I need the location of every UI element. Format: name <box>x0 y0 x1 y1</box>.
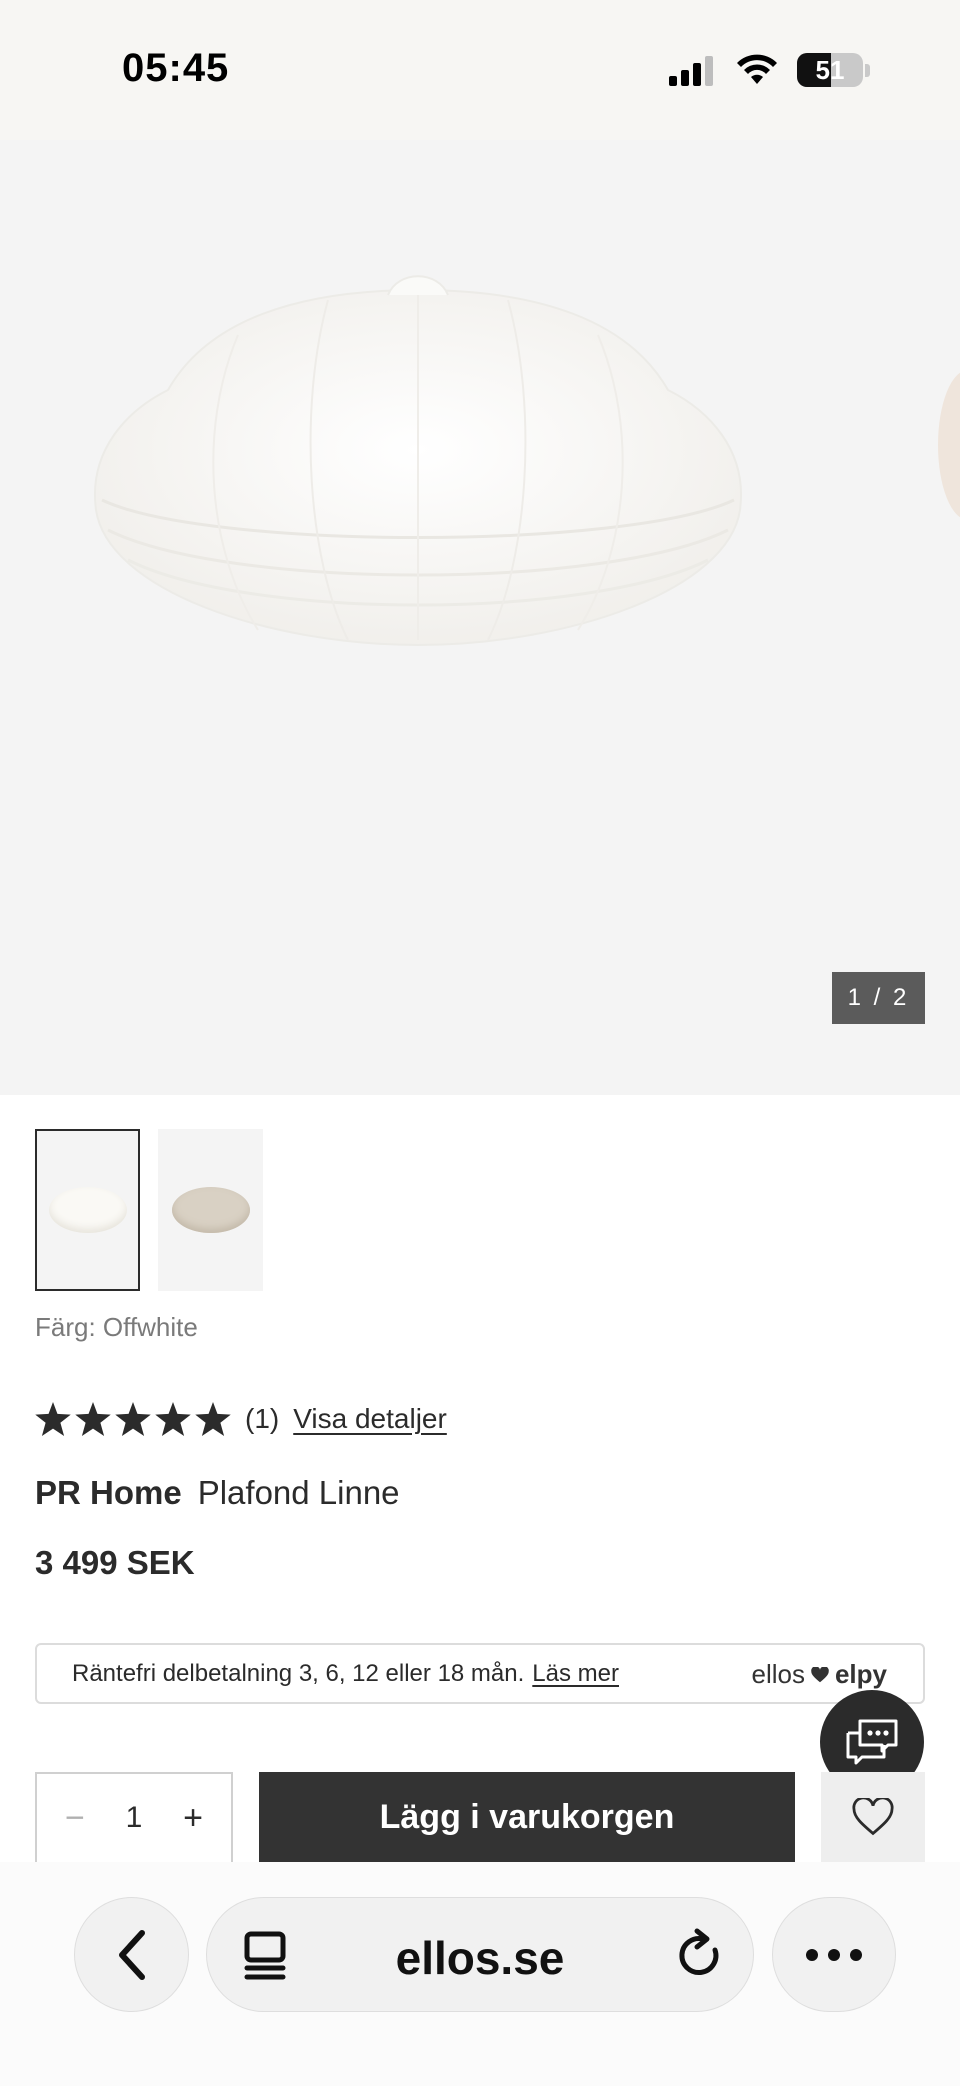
quantity-increase-button[interactable]: + <box>183 1799 203 1838</box>
heart-icon <box>811 1666 829 1682</box>
rating-row: (1) Visa detaljer <box>35 1402 447 1436</box>
status-icons: 51 <box>667 52 870 88</box>
color-label: Färg: Offwhite <box>35 1312 198 1342</box>
signal-icon <box>669 56 713 86</box>
add-to-cart-button[interactable]: Lägg i varukorgen <box>259 1772 795 1862</box>
status-bar: 05:45 51 <box>0 0 960 140</box>
product-price: 3 499 SEK <box>35 1544 195 1581</box>
quantity-stepper: − 1 + <box>35 1772 233 1862</box>
browser-toolbar: ellos.se <box>0 1862 960 2086</box>
thumbnail-2[interactable] <box>158 1129 263 1291</box>
quantity-value[interactable]: 1 <box>126 1801 143 1835</box>
ellos-logo-text: ellos <box>751 1659 805 1689</box>
address-bar[interactable]: ellos.se <box>206 1897 754 2012</box>
product-page: 05:45 51 1 / 2 Färg: Offwhite (1) Visa d… <box>0 0 960 2086</box>
heart-outline-icon <box>852 1798 894 1836</box>
view-details-link[interactable]: Visa detaljer <box>293 1403 447 1435</box>
star-icon <box>155 1402 191 1436</box>
thumbnail-lamp-image <box>48 1187 127 1233</box>
star-rating <box>35 1402 231 1436</box>
star-icon <box>75 1402 111 1436</box>
read-more-link[interactable]: Läs mer <box>532 1660 619 1688</box>
star-icon <box>115 1402 151 1436</box>
product-brand[interactable]: PR Home <box>35 1474 182 1511</box>
rating-count: (1) <box>245 1403 280 1434</box>
image-counter: 1 / 2 <box>832 972 925 1024</box>
product-name: Plafond Linne <box>197 1474 400 1511</box>
wifi-icon <box>737 54 777 84</box>
ellipsis-icon <box>806 1948 862 1961</box>
back-button[interactable] <box>74 1897 189 2012</box>
chevron-left-icon <box>118 1929 145 1980</box>
ceiling-lamp-image <box>93 275 743 647</box>
product-title: PR Home Plafond Linne <box>35 1474 400 1512</box>
battery-level: 51 <box>815 55 845 85</box>
thumbnail-lamp-image <box>171 1187 250 1233</box>
thumbnail-list <box>35 1129 263 1291</box>
chat-icon <box>846 1719 898 1765</box>
financing-banner: Räntefri delbetalning 3, 6, 12 eller 18 … <box>35 1643 925 1704</box>
url-text: ellos.se <box>395 1932 565 1984</box>
status-time: 05:45 <box>122 46 230 90</box>
quantity-decrease-button[interactable]: − <box>65 1799 85 1838</box>
battery-icon: 51 <box>797 53 863 87</box>
more-options-button[interactable] <box>772 1897 896 2012</box>
financing-text: Räntefri delbetalning 3, 6, 12 eller 18 … <box>72 1659 525 1687</box>
battery-cap <box>865 63 870 77</box>
next-image-peek <box>938 370 960 520</box>
ellos-elpy-logo: ellos elpy <box>751 1659 887 1690</box>
thumbnail-1[interactable] <box>35 1129 140 1291</box>
favorite-button[interactable] <box>821 1772 925 1862</box>
star-icon <box>35 1402 71 1436</box>
reload-icon[interactable] <box>675 1928 725 1982</box>
star-icon <box>195 1402 231 1436</box>
elpy-logo-text: elpy <box>834 1659 887 1689</box>
product-image-carousel[interactable]: 1 / 2 <box>0 140 960 1095</box>
